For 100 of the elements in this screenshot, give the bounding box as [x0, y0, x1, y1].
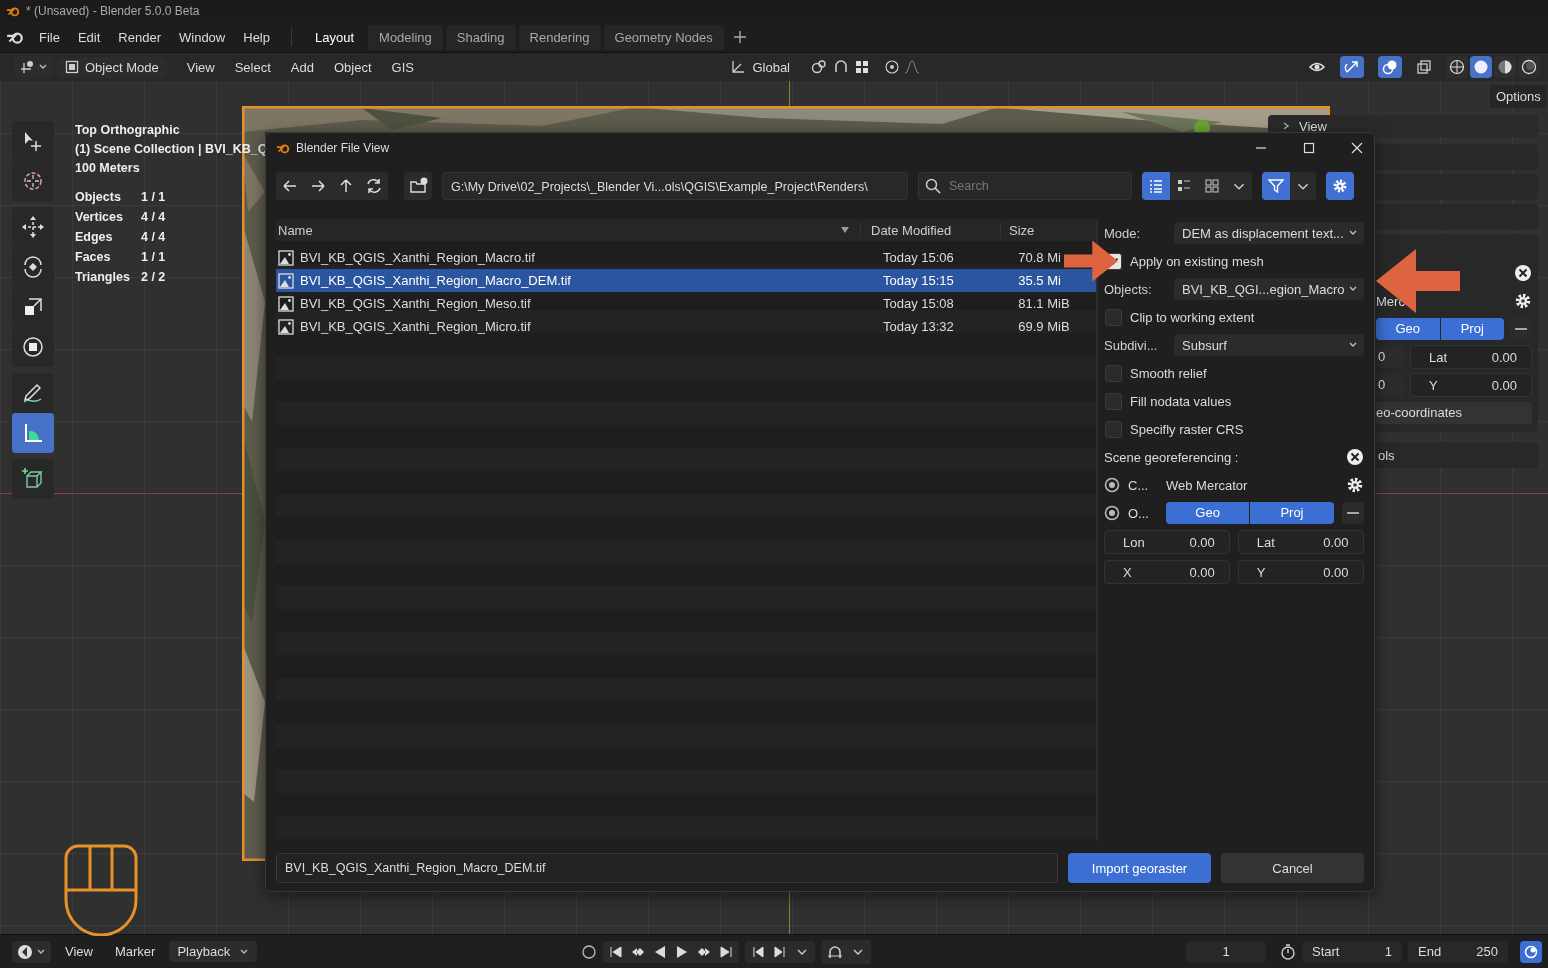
- add-cube-tool-button[interactable]: [12, 459, 54, 499]
- new-folder-icon[interactable]: [404, 172, 432, 200]
- shading-mode-button[interactable]: [1470, 56, 1492, 78]
- magnet-icon[interactable]: [826, 943, 843, 960]
- pivot-icon[interactable]: [810, 58, 828, 76]
- option-dropdown[interactable]: BVI_KB_QGI...egion_Macro: [1174, 278, 1364, 300]
- path-field[interactable]: G:\My Drive\02_Projects\_Blender Vi...ols\QGIS\Example_Project\Renders\: [442, 172, 908, 200]
- workspace-tab[interactable]: Modeling: [368, 24, 443, 50]
- settings-icon[interactable]: [1514, 292, 1532, 310]
- toggle-button[interactable]: Geo: [1166, 502, 1250, 524]
- menu-item[interactable]: Window: [170, 25, 235, 49]
- transform-tool-button[interactable]: [12, 327, 54, 367]
- workspace-tab[interactable]: Layout: [304, 24, 366, 50]
- menu-item[interactable]: Marker: [106, 941, 164, 962]
- next-frame-icon[interactable]: [772, 944, 787, 959]
- menu-item[interactable]: GIS: [383, 56, 422, 78]
- number-field[interactable]: Lat 0.00: [1237, 530, 1364, 554]
- stopwatch-icon[interactable]: [1280, 943, 1296, 960]
- menu-item[interactable]: Help: [234, 25, 279, 49]
- proportional-icon[interactable]: [884, 59, 900, 75]
- minus-icon: [1346, 511, 1359, 515]
- radio-icon[interactable]: [1104, 477, 1120, 493]
- measure-tool-button[interactable]: [12, 413, 54, 453]
- toggle-button[interactable]: Proj: [1440, 318, 1504, 340]
- checkbox[interactable]: [1105, 364, 1122, 382]
- overlays-toggle[interactable]: [1378, 56, 1402, 78]
- column-header[interactable]: Date Modified: [861, 222, 1001, 238]
- mode-dropdown[interactable]: Object Mode: [57, 56, 167, 78]
- panel-header[interactable]: View: [1268, 115, 1538, 137]
- filter-toggle[interactable]: [1262, 172, 1290, 200]
- select-tool-button[interactable]: [12, 121, 54, 161]
- file-row[interactable]: BVI_KB_QGIS_Xanthi_Region_Meso.tif Today 15:08 81.1 MiB: [276, 292, 1096, 315]
- search-field[interactable]: Search: [918, 172, 1132, 200]
- gizmo-toggle[interactable]: [1340, 56, 1364, 78]
- editor-type-button[interactable]: [14, 56, 53, 78]
- checkbox[interactable]: [1105, 392, 1122, 410]
- menu-item[interactable]: Edit: [68, 25, 110, 49]
- remove-button[interactable]: [1341, 502, 1364, 524]
- file-row[interactable]: BVI_KB_QGIS_Xanthi_Region_Micro.tif Today 13:32 69.9 MiB: [276, 315, 1096, 338]
- toggle-button[interactable]: Proj: [1250, 502, 1334, 524]
- number-field[interactable]: Lat 0.00: [1410, 345, 1532, 369]
- menu-item[interactable]: Select: [226, 56, 279, 78]
- toggle-button[interactable]: Geo: [1376, 318, 1440, 340]
- menu-item[interactable]: Add: [282, 56, 322, 78]
- number-field[interactable]: Y 0.00: [1410, 373, 1532, 397]
- sync-button[interactable]: [1520, 940, 1542, 963]
- import-button[interactable]: Import georaster: [1068, 853, 1211, 883]
- menu-item[interactable]: Render: [109, 25, 170, 49]
- menu-item[interactable]: View: [57, 941, 101, 962]
- keyframe-icon[interactable]: [580, 943, 597, 960]
- xray-icon[interactable]: [1416, 59, 1432, 75]
- number-field[interactable]: Lon 0.00: [1104, 530, 1230, 554]
- column-header[interactable]: Name: [276, 222, 861, 238]
- coordinates-button[interactable]: eo-coordinates: [1376, 402, 1532, 424]
- close-icon[interactable]: [1514, 264, 1532, 282]
- settings-icon[interactable]: [1345, 476, 1364, 494]
- workspace-tab[interactable]: Geometry Nodes: [603, 24, 724, 50]
- cursor-tool-button[interactable]: [12, 161, 54, 201]
- file-row[interactable]: BVI_KB_QGIS_Xanthi_Region_Macro_DEM.tif Today 15:15 35.5 Mi: [276, 269, 1096, 292]
- shading-mode-button[interactable]: [1494, 56, 1516, 78]
- move-tool-button[interactable]: [12, 207, 54, 247]
- grid-icon[interactable]: [854, 59, 870, 75]
- number-field[interactable]: Y 0.00: [1237, 560, 1364, 584]
- checkbox[interactable]: [1105, 308, 1122, 326]
- menu-item[interactable]: Object: [325, 56, 380, 78]
- orientation-dropdown[interactable]: Global: [722, 56, 798, 78]
- panel-header[interactable]: ols: [1376, 442, 1538, 468]
- option-dropdown[interactable]: DEM as displacement text...: [1174, 222, 1364, 244]
- maximize-icon[interactable]: [1302, 141, 1316, 155]
- number-field[interactable]: 0: [1376, 346, 1404, 368]
- menu-item[interactable]: File: [30, 25, 69, 49]
- filename-field[interactable]: BVI_KB_QGIS_Xanthi_Region_Macro_DEM.tif: [276, 853, 1058, 883]
- close-icon[interactable]: [1345, 448, 1364, 466]
- add-icon[interactable]: [732, 30, 747, 44]
- editor-type-button[interactable]: [12, 940, 51, 963]
- workspace-tab[interactable]: Shading: [445, 24, 516, 50]
- shading-mode-button[interactable]: [1446, 56, 1468, 78]
- options-button[interactable]: Options: [1490, 85, 1547, 108]
- number-field[interactable]: 0: [1376, 374, 1404, 396]
- frame-field[interactable]: 1: [1186, 940, 1266, 963]
- checkbox[interactable]: [1105, 420, 1122, 438]
- annotate-tool-button[interactable]: [12, 373, 54, 413]
- rotate-icon: [21, 255, 45, 279]
- playback-dropdown[interactable]: Playback: [169, 941, 258, 962]
- option-dropdown[interactable]: Subsurf: [1174, 334, 1364, 356]
- cancel-button[interactable]: Cancel: [1221, 853, 1364, 883]
- workspace-tab[interactable]: Rendering: [518, 24, 601, 50]
- shading-mode-button[interactable]: [1518, 56, 1540, 78]
- settings-button[interactable]: [1326, 172, 1354, 200]
- previous-frame-icon[interactable]: [750, 944, 765, 959]
- start-frame-field[interactable]: Start 1: [1302, 940, 1402, 963]
- column-header[interactable]: Size: [1001, 222, 1091, 238]
- play-icon[interactable]: [674, 944, 689, 959]
- jump-start-icon[interactable]: [608, 944, 623, 959]
- end-frame-field[interactable]: End 250: [1408, 940, 1508, 963]
- close-icon[interactable]: [1350, 141, 1364, 155]
- menu-item[interactable]: View: [178, 56, 223, 78]
- jump-end-icon[interactable]: [718, 944, 733, 959]
- number-field[interactable]: X 0.00: [1104, 560, 1230, 584]
- radio-icon[interactable]: [1104, 505, 1120, 521]
